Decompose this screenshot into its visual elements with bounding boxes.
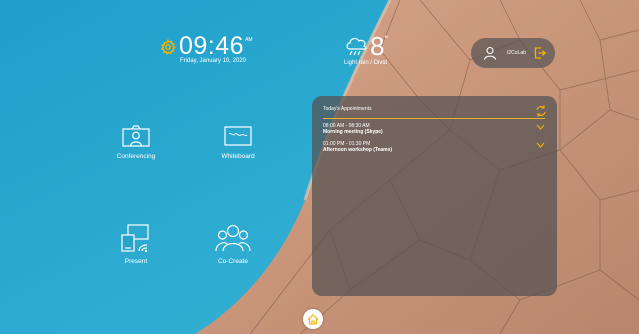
weather-temperature: 8 bbox=[370, 31, 385, 61]
appointment-title: Afternoon workshop (Teams) bbox=[323, 147, 393, 153]
app-conferencing[interactable]: Conferencing bbox=[96, 125, 176, 160]
clock-time: 09:46 bbox=[179, 32, 245, 60]
gear-icon[interactable] bbox=[160, 39, 176, 55]
weather-degree: ° bbox=[384, 34, 389, 44]
appointments-divider bbox=[323, 118, 545, 119]
cloud-rain-icon bbox=[346, 37, 367, 56]
app-label: Conferencing bbox=[116, 153, 156, 160]
app-co-create[interactable]: Co-Create bbox=[193, 224, 273, 265]
app-label: Whiteboard bbox=[221, 153, 255, 160]
appointment-title: Morning meeting (Skype) bbox=[323, 129, 383, 135]
app-whiteboard[interactable]: Whiteboard bbox=[198, 126, 278, 160]
chevron-down-icon[interactable] bbox=[536, 124, 545, 130]
appointments-panel: Today's Appointments 08:00 AM - 08:30 AM… bbox=[312, 96, 557, 296]
clock-ampm: AM bbox=[245, 37, 253, 43]
home-icon bbox=[307, 313, 319, 325]
refresh-icon[interactable] bbox=[535, 105, 547, 117]
user-name: I2CoLab bbox=[507, 50, 526, 56]
screen-cast-icon bbox=[121, 224, 149, 252]
clock: 09:46 AM bbox=[160, 34, 253, 59]
app-present[interactable]: Present bbox=[96, 224, 176, 265]
app-label: Present bbox=[124, 258, 148, 265]
whiteboard-icon bbox=[224, 126, 252, 146]
weather-description: Light rain / Divst bbox=[344, 60, 388, 66]
appointment-item[interactable]: 01:00 PM - 01:30 PM Afternoon workshop (… bbox=[323, 141, 545, 153]
clock-date: Friday, January 10, 2020 bbox=[180, 58, 246, 64]
user-icon bbox=[483, 46, 497, 60]
appointments-title: Today's Appointments bbox=[323, 106, 372, 112]
group-icon bbox=[215, 224, 251, 252]
weather: 8 ° bbox=[344, 33, 388, 59]
chevron-down-icon[interactable] bbox=[536, 142, 545, 148]
home-screen: 09:46 AM Friday, January 10, 2020 8 ° Li… bbox=[0, 0, 639, 334]
exit-icon[interactable] bbox=[534, 47, 546, 59]
home-button[interactable] bbox=[303, 309, 323, 329]
user-menu[interactable]: I2CoLab bbox=[471, 38, 555, 68]
camera-icon bbox=[122, 125, 150, 147]
appointment-item[interactable]: 08:00 AM - 08:30 AM Morning meeting (Sky… bbox=[323, 123, 545, 135]
app-label: Co-Create bbox=[218, 258, 248, 265]
